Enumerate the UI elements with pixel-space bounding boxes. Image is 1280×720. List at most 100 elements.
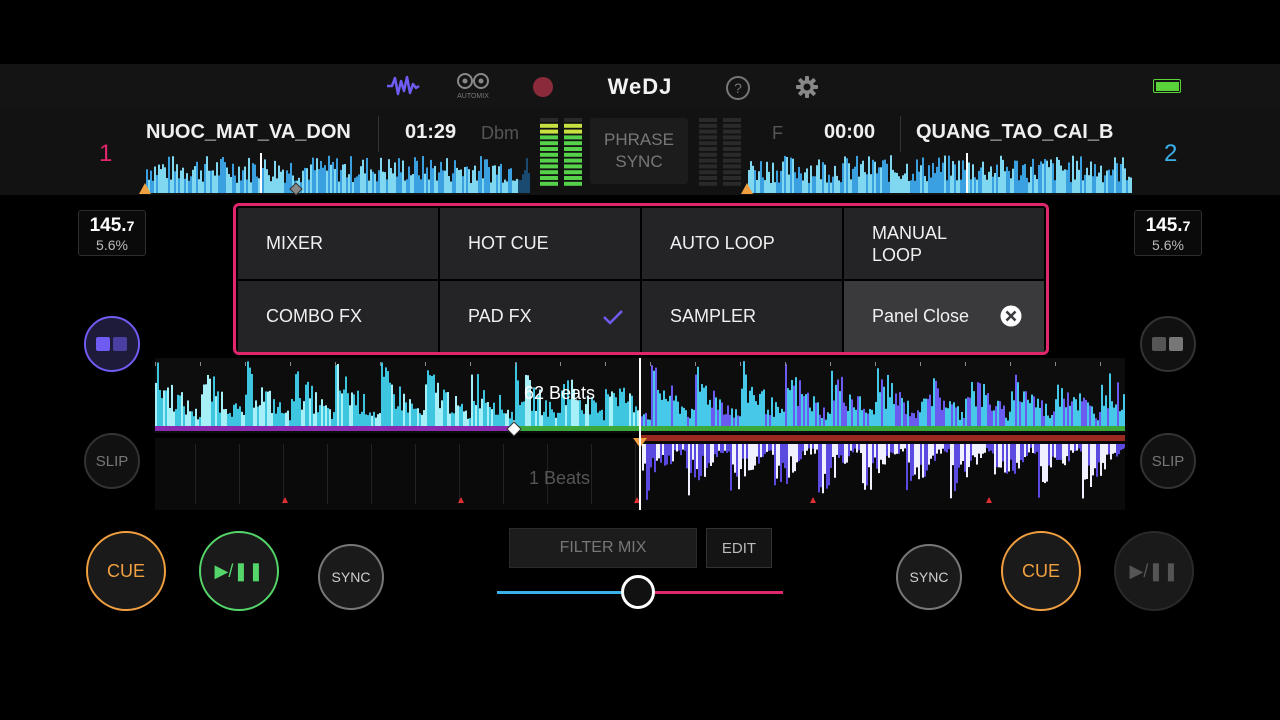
deck1-wave-bar [187,400,189,426]
edit-button[interactable]: EDIT [706,528,772,568]
overview-bar [838,180,840,193]
deck2-wave-bar [1082,444,1084,499]
deck1-wave-bar [933,378,935,426]
deck1-wave-bar [839,391,841,426]
panel-pad-fx-button[interactable]: PAD FX [440,281,640,352]
deck1-wave-bar [157,362,159,426]
overview-bar [424,173,426,193]
deck1-wave-bar [439,408,441,426]
overview-bar [866,174,868,193]
automix-button[interactable]: AUTOMIX [455,72,491,102]
overview-bar [190,176,192,193]
deck1-wave-bar [819,414,821,426]
deck1-view-toggle[interactable] [84,316,140,372]
deck2-wave-bar [712,444,714,463]
deck2-wave-bar [1106,444,1108,455]
deck2-wave-bar [802,444,804,452]
deck1-bpm-display[interactable]: 145.7 5.6% [78,210,146,256]
deck1-wave-bar [203,384,205,426]
deck1-wave-bar [719,399,721,426]
deck1-wave-bar [735,409,737,426]
deck2-cue-button[interactable]: CUE [1001,531,1081,611]
deck1-cue-button[interactable]: CUE [86,531,166,611]
overview-bar [1036,179,1038,193]
deck1-wave-bar [481,398,483,426]
deck2-wave-bar [796,444,798,463]
overview-bar [314,170,316,193]
panel-mixer-button[interactable]: MIXER [238,208,438,279]
overview-bar [466,166,468,193]
deck1-wave-bar [879,392,881,426]
deck2-wave-bar [778,444,780,466]
deck2-slip-button[interactable]: SLIP [1140,433,1196,489]
panel-sampler-button[interactable]: SAMPLER [642,281,842,352]
deck2-wave-bar [854,444,856,449]
overview-bar [250,182,252,193]
deck1-wave-bar [947,408,949,426]
meter-segment [723,181,741,186]
deck2-bpm-display[interactable]: 145.7 5.6% [1134,210,1202,256]
deck2-wave-bar [1042,444,1044,482]
deck2-play-pause-button[interactable]: ▶/❚❚ [1114,531,1194,611]
deck1-wave-bar [1077,410,1079,426]
deck1-wave-bar [807,392,809,426]
overview-bar [778,182,780,193]
deck2-wave-bar [832,444,834,458]
help-icon[interactable]: ? [726,76,750,100]
filter-mix-button[interactable]: FILTER MIX [509,528,697,568]
deck2-wave-bar [670,444,672,465]
beat-tick [965,362,966,366]
panel-hot-cue-button[interactable]: HOT CUE [440,208,640,279]
deck1-wave-bar [901,397,903,426]
deck2-wave-bar [1060,444,1062,460]
deck2-wave-bar [962,444,964,461]
meter-segment [699,164,717,169]
overview-bar [798,166,800,193]
meter-segment [540,158,558,163]
panel-combo-fx-button[interactable]: COMBO FX [238,281,438,352]
deck2-wave-bar [1046,444,1048,482]
panel-manual-loop-button[interactable]: MANUAL LOOP [844,208,1044,279]
deck1-play-pause-button[interactable]: ▶/❚❚ [199,531,279,611]
waveform-icon[interactable] [385,72,421,100]
deck2-sync-button[interactable]: SYNC [896,544,962,610]
deck2-wave-bar [662,444,664,456]
deck1-wave-bar [627,401,629,426]
deck1-wave-bar [995,406,997,426]
deck1-wave-bar [401,410,403,426]
overview-bar [326,170,328,193]
deck1-wave-bar [817,402,819,426]
main-waveform-display[interactable] [155,358,1125,510]
meter-segment [699,118,717,122]
overview-bar [820,179,822,193]
deck2-overview-waveform[interactable] [748,153,1132,193]
deck1-sync-button[interactable]: SYNC [318,544,384,610]
deck1-wave-bar [767,409,769,426]
meter-segment [564,164,582,169]
deck1-slip-button[interactable]: SLIP [84,433,140,489]
deck2-wave-bar [986,444,988,449]
deck1-wave-bar [1061,388,1063,426]
deck2-wave-bar [1122,444,1124,450]
deck1-wave-bar [1001,408,1003,426]
deck2-wave-bar [1052,444,1054,457]
settings-icon[interactable] [795,75,819,104]
overview-bar [450,181,452,193]
overview-bar [254,164,256,193]
overview-bar [262,167,264,193]
deck1-wave-bar [669,395,671,426]
phrase-sync-button[interactable]: PHRASE SYNC [590,118,688,184]
deck1-overview-waveform[interactable] [146,153,530,193]
deck2-wave-bar [1002,444,1004,462]
overview-bar [1032,158,1034,193]
deck2-view-toggle[interactable] [1140,316,1196,372]
panel-auto-loop-button[interactable]: AUTO LOOP [642,208,842,279]
panel-close-button[interactable]: Panel Close [844,281,1044,352]
overview-bar [844,156,846,193]
deck1-wave-bar [197,419,199,426]
overview-bar [432,168,434,193]
overview-bar [880,167,882,193]
deck1-wave-bar [535,410,537,426]
crossfader-knob[interactable] [621,575,655,609]
record-icon[interactable] [533,77,553,97]
